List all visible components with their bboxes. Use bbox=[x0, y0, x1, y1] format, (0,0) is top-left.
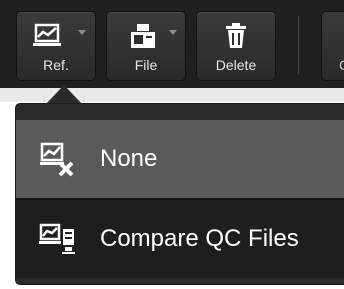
delete-button[interactable]: Delete bbox=[196, 11, 276, 81]
chart-compare-files-icon bbox=[16, 219, 100, 259]
file-button[interactable]: File bbox=[106, 11, 186, 81]
toolbar: Ref. File Delete C bbox=[0, 0, 344, 88]
chart-icon bbox=[17, 22, 95, 52]
ref-dropdown-menu: None Compare QC Files bbox=[16, 104, 344, 284]
menu-item-label: None bbox=[100, 145, 158, 172]
toolbar-separator bbox=[298, 16, 299, 74]
chart-remove-icon bbox=[16, 139, 100, 179]
ref-button[interactable]: Ref. bbox=[16, 11, 96, 81]
trash-icon bbox=[197, 22, 275, 52]
delete-button-label: Delete bbox=[215, 57, 257, 73]
ref-button-label: Ref. bbox=[43, 57, 69, 73]
file-button-label: File bbox=[134, 57, 158, 73]
file-icon bbox=[107, 22, 185, 52]
chevron-down-icon bbox=[78, 30, 86, 35]
menu-item-compare-qc-files[interactable]: Compare QC Files bbox=[16, 200, 344, 278]
menu-item-none[interactable]: None bbox=[16, 120, 344, 198]
chevron-down-icon bbox=[169, 30, 177, 35]
partial-toolbar-button[interactable]: C bbox=[321, 11, 344, 81]
menu-item-label: Compare QC Files bbox=[100, 225, 299, 252]
popup-pointer bbox=[45, 85, 83, 105]
partial-button-label: C bbox=[339, 57, 344, 73]
